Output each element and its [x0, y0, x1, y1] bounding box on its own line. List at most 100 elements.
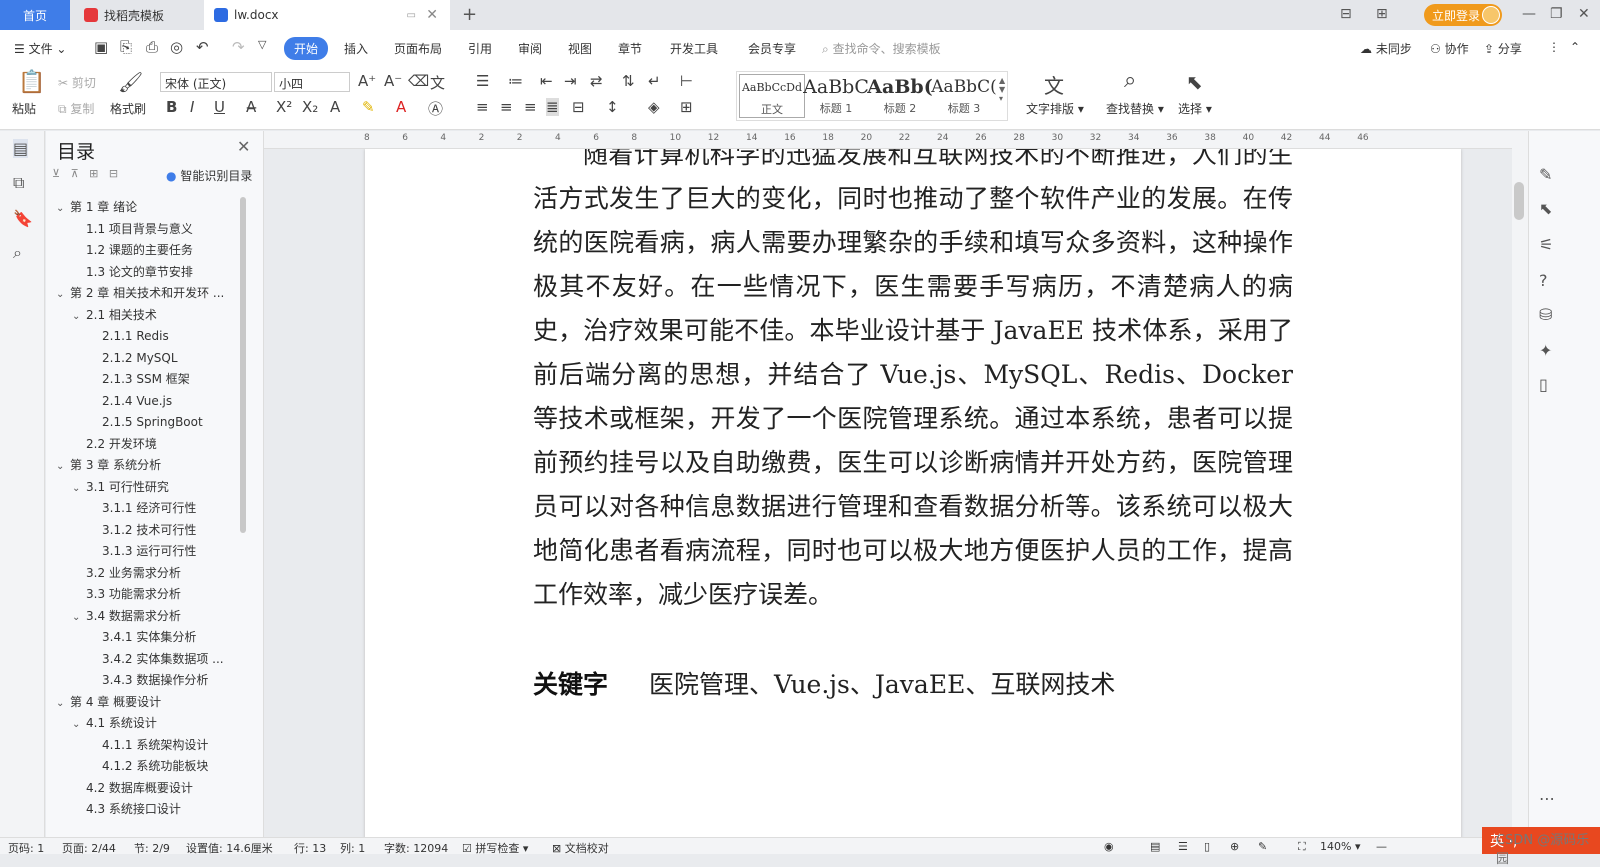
- toc-item[interactable]: ⌄ 3.4 数据需求分析: [72, 606, 236, 626]
- add-heading-icon[interactable]: ⊞: [89, 167, 98, 180]
- menu-developer[interactable]: 开发工具: [670, 40, 718, 57]
- menu-review[interactable]: 审阅: [518, 40, 542, 57]
- text-direction-icon[interactable]: ⇄: [590, 72, 603, 90]
- distribute-icon[interactable]: ⊟: [572, 98, 585, 116]
- save-icon[interactable]: ▣: [94, 38, 108, 56]
- collaborate-button[interactable]: ⚇ 协作: [1430, 40, 1469, 57]
- style-heading-1[interactable]: AaBbC 标题 1: [803, 74, 869, 118]
- toc-item[interactable]: 2.1.3 SSM 框架: [88, 369, 236, 389]
- cut-button[interactable]: ✂ 剪切: [58, 74, 96, 91]
- toc-expand-caret-icon[interactable]: ⌄: [56, 694, 70, 712]
- more-icon[interactable]: ⋯: [1539, 789, 1555, 808]
- select-button[interactable]: 选择 ▾: [1178, 100, 1212, 117]
- shrink-font-icon[interactable]: A⁻: [384, 72, 402, 90]
- tab-template[interactable]: 找稻壳模板: [72, 0, 200, 30]
- char-border-icon[interactable]: Ⓐ: [428, 98, 443, 119]
- tab-close-icon[interactable]: ✕: [426, 7, 438, 23]
- toc-item[interactable]: ⌄ 4.1 系统设计: [72, 713, 236, 733]
- font-size-select[interactable]: 小四: [274, 72, 350, 92]
- text-layout-icon[interactable]: 文: [1044, 70, 1064, 99]
- toc-item[interactable]: 1.2 课题的主要任务: [72, 240, 236, 260]
- toc-expand-caret-icon[interactable]: ⌄: [72, 715, 86, 733]
- keywords-value[interactable]: 医院管理、Vue.js、JavaEE、互联网技术: [649, 665, 1115, 701]
- toc-expand-caret-icon[interactable]: ⌄: [56, 199, 70, 217]
- restore-icon[interactable]: ❐: [1550, 6, 1563, 22]
- redo-icon[interactable]: ↷: [232, 38, 245, 56]
- styles-scroll-icon[interactable]: ▲ ▼ ▾: [999, 76, 1005, 103]
- toc-item[interactable]: ⌄ 第 1 章 绪论: [56, 197, 236, 217]
- font-family-select[interactable]: 宋体 (正文): [160, 72, 272, 92]
- style-heading-2[interactable]: AaBb(标题 2: [867, 74, 933, 118]
- toc-item[interactable]: 4.3 系统接口设计: [72, 799, 236, 819]
- web-view-icon[interactable]: ⊕: [1230, 840, 1239, 853]
- menu-view[interactable]: 视图: [568, 40, 592, 57]
- eye-protect-icon[interactable]: ◉: [1104, 840, 1114, 853]
- sync-status[interactable]: ☁ 未同步: [1360, 40, 1412, 57]
- bold-icon[interactable]: B: [166, 98, 177, 116]
- search-panel-icon[interactable]: ⌕: [13, 243, 22, 263]
- pen-icon[interactable]: ✎: [1539, 165, 1552, 184]
- style-normal[interactable]: AaBbCcDd 正文: [739, 74, 805, 118]
- toc-scrollbar[interactable]: [240, 197, 246, 533]
- bookmark-icon[interactable]: 🔖: [13, 209, 33, 228]
- abstract-paragraph[interactable]: 随着计算机科学的迅猛发展和互联网技术的不断推进，人们的生活方式发生了巨大的变化，…: [533, 149, 1293, 617]
- share-button[interactable]: ⇪ 分享: [1484, 40, 1522, 57]
- login-button[interactable]: 立即登录: [1424, 4, 1502, 26]
- format-painter-button[interactable]: 格式刷: [110, 100, 146, 117]
- subscript-icon[interactable]: X₂: [302, 98, 318, 116]
- align-center-icon[interactable]: ≡: [500, 98, 513, 116]
- more-options-icon[interactable]: ⋮: [1548, 40, 1560, 54]
- close-window-icon[interactable]: ✕: [1578, 6, 1590, 22]
- show-marks-icon[interactable]: ↵: [648, 72, 661, 90]
- menu-references[interactable]: 引用: [468, 40, 492, 57]
- print-icon[interactable]: ⎙: [146, 38, 158, 56]
- numbering-icon[interactable]: ≔: [508, 72, 523, 90]
- tab-home[interactable]: 首页: [0, 0, 70, 30]
- toc-expand-caret-icon[interactable]: ⌄: [56, 285, 70, 303]
- minimize-icon[interactable]: —: [1522, 6, 1536, 22]
- toc-item[interactable]: ⌄ 第 2 章 相关技术和开发环 ...: [56, 283, 236, 303]
- style-heading-3[interactable]: AaBbC(标题 3: [931, 74, 997, 118]
- zoom-level[interactable]: 140% ▾: [1320, 840, 1360, 853]
- toc-item[interactable]: 1.3 论文的章节安排: [72, 262, 236, 282]
- menu-file[interactable]: ☰ 文件 ⌄: [14, 40, 66, 57]
- menu-chapter[interactable]: 章节: [618, 40, 642, 57]
- chapter-nav-icon[interactable]: ⧉: [13, 173, 24, 193]
- menu-insert[interactable]: 插入: [344, 40, 368, 57]
- menu-page-layout[interactable]: 页面布局: [394, 40, 442, 57]
- toc-item[interactable]: 3.2 业务需求分析: [72, 563, 236, 583]
- align-right-icon[interactable]: ≡: [524, 98, 537, 116]
- reader-icon[interactable]: ▯: [1539, 375, 1548, 394]
- shading-icon[interactable]: ◈: [648, 98, 660, 116]
- zoom-out-icon[interactable]: —: [1376, 840, 1387, 853]
- ai-toc-button[interactable]: ● 智能识别目录: [166, 167, 252, 184]
- vertical-scroll-thumb[interactable]: [1514, 182, 1524, 220]
- format-painter-icon[interactable]: 🖌: [118, 70, 143, 94]
- tab-document[interactable]: lw.docx ▭ ✕: [204, 0, 450, 30]
- toc-item[interactable]: ⌄ 2.1 相关技术: [72, 305, 236, 325]
- undo-icon[interactable]: ↶: [196, 38, 209, 56]
- find-replace-button[interactable]: 查找替换 ▾: [1106, 100, 1164, 117]
- menu-member[interactable]: 会员专享: [748, 40, 796, 57]
- tab-stop-icon[interactable]: ⊢: [680, 72, 693, 90]
- toc-item[interactable]: 4.2 数据库概要设计: [72, 778, 236, 798]
- toc-item[interactable]: 3.3 功能需求分析: [72, 584, 236, 604]
- grow-font-icon[interactable]: A⁺: [358, 72, 376, 90]
- fit-page-icon[interactable]: ⛶: [1298, 840, 1306, 854]
- menu-start[interactable]: 开始: [284, 37, 329, 60]
- phonetic-icon[interactable]: 文: [430, 72, 445, 93]
- paste-icon[interactable]: 📋: [18, 70, 45, 95]
- toc-close-icon[interactable]: ✕: [237, 137, 250, 156]
- line-spacing-icon[interactable]: ↕: [606, 98, 619, 116]
- decrease-indent-icon[interactable]: ⇤: [540, 72, 553, 90]
- superscript-icon[interactable]: X²: [276, 98, 292, 116]
- sort-icon[interactable]: ⇅: [622, 72, 635, 90]
- font-color-icon[interactable]: A: [396, 98, 406, 116]
- toc-item[interactable]: 3.4.3 数据操作分析: [88, 670, 236, 690]
- new-tab-icon[interactable]: +: [462, 4, 477, 25]
- toc-item[interactable]: 2.1.4 Vue.js: [88, 391, 236, 411]
- outline-view-icon[interactable]: ☰: [1178, 840, 1188, 853]
- toc-item[interactable]: 2.1.5 SpringBoot: [88, 412, 236, 432]
- align-left-icon[interactable]: ≡: [476, 98, 489, 116]
- bullets-icon[interactable]: ☰: [476, 72, 489, 90]
